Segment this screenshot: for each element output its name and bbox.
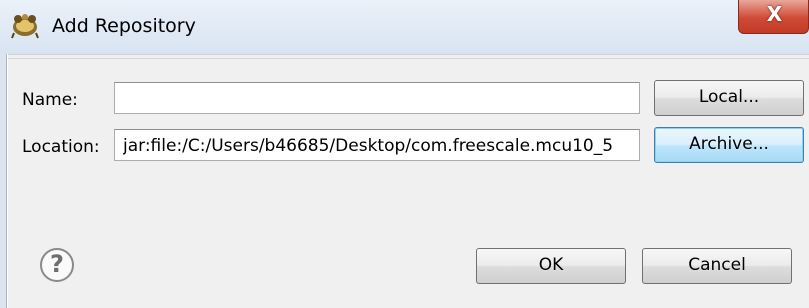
location-label: Location: bbox=[22, 137, 100, 157]
archive-button[interactable]: Archive... bbox=[654, 127, 804, 163]
window-title: Add Repository bbox=[52, 15, 196, 37]
eclipse-plugin-icon bbox=[11, 14, 39, 39]
cancel-button[interactable]: Cancel bbox=[642, 248, 792, 284]
location-field-value: jar:file:/C:/Users/b46685/Desktop/com.fr… bbox=[123, 136, 614, 156]
header-divider bbox=[8, 58, 809, 59]
name-label: Name: bbox=[22, 90, 78, 110]
location-field[interactable]: jar:file:/C:/Users/b46685/Desktop/com.fr… bbox=[114, 129, 640, 161]
ok-button[interactable]: OK bbox=[476, 248, 626, 284]
local-button[interactable]: Local... bbox=[654, 80, 804, 116]
add-repository-dialog: Add Repository X Name: Local... Location… bbox=[0, 0, 809, 308]
title-bar[interactable]: Add Repository X bbox=[0, 0, 809, 54]
close-button[interactable]: X bbox=[738, 0, 809, 34]
window-frame-left bbox=[0, 54, 7, 308]
help-icon[interactable]: ? bbox=[40, 248, 74, 282]
name-field[interactable] bbox=[114, 82, 640, 114]
close-icon: X bbox=[766, 2, 783, 26]
